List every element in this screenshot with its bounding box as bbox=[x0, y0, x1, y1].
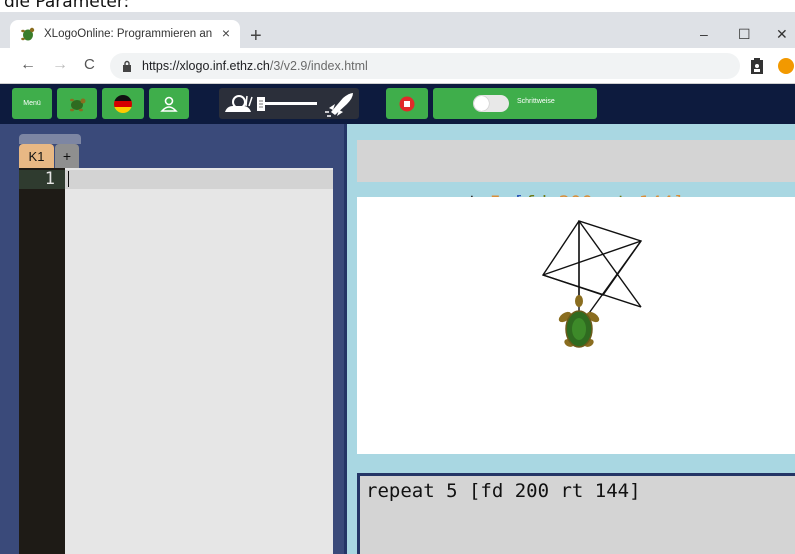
add-tab-button[interactable]: + bbox=[55, 144, 79, 168]
editor-caret bbox=[68, 171, 69, 187]
switch-knob bbox=[474, 96, 489, 111]
execution-panel: repeat 5 [fd 200 rt 144] bbox=[344, 124, 795, 554]
line-number: 1 bbox=[19, 170, 59, 189]
star-drawing bbox=[541, 220, 643, 328]
url-text: https://xlogo.inf.ethz.ch/3/v2.9/index.h… bbox=[142, 59, 368, 73]
line-gutter: 1 bbox=[19, 168, 65, 554]
stop-button[interactable] bbox=[386, 88, 428, 119]
germany-flag-icon bbox=[114, 94, 132, 113]
user-button[interactable] bbox=[149, 88, 189, 119]
url-host: https://xlogo.inf.ethz.ch bbox=[142, 59, 270, 73]
turtle-icon bbox=[558, 295, 600, 348]
url-path: /3/v2.9/index.html bbox=[269, 59, 368, 73]
forward-button[interactable]: → bbox=[52, 56, 68, 74]
clipboard-icon[interactable] bbox=[750, 58, 764, 74]
back-button[interactable]: ← bbox=[20, 56, 36, 74]
browser-tab[interactable]: XLogoOnline: Programmieren an × bbox=[10, 20, 240, 48]
reload-button[interactable]: C bbox=[84, 56, 95, 73]
user-icon bbox=[160, 96, 178, 112]
url-field[interactable]: https://xlogo.inf.ethz.ch/3/v2.9/index.h… bbox=[110, 53, 740, 79]
command-line-input[interactable]: repeat 5 [fd 200 rt 144] bbox=[357, 140, 795, 214]
code-editor[interactable]: 1 bbox=[19, 168, 333, 554]
language-button[interactable] bbox=[102, 88, 144, 119]
stop-icon bbox=[399, 96, 415, 111]
new-tab-button[interactable]: + bbox=[250, 26, 262, 46]
step-mode-toggle[interactable]: Schrittweise bbox=[433, 88, 597, 119]
turtle-drawing bbox=[541, 220, 643, 348]
rocket-icon bbox=[325, 93, 353, 117]
minimize-button[interactable]: – bbox=[700, 26, 708, 42]
snail-icon bbox=[225, 95, 253, 112]
turtle-icon bbox=[70, 98, 86, 111]
turtle-button[interactable] bbox=[57, 88, 97, 119]
turtle-favicon-icon bbox=[21, 27, 35, 41]
maximize-button[interactable]: ☐ bbox=[738, 26, 751, 43]
output-console: repeat 5 [fd 200 rt 144] bbox=[357, 473, 795, 554]
tab-title: XLogoOnline: Programmieren an bbox=[44, 28, 213, 40]
tab-k1[interactable]: K1 bbox=[19, 144, 54, 168]
star-line-c bbox=[542, 240, 642, 276]
tab-ghost bbox=[19, 134, 81, 144]
editor-active-line[interactable] bbox=[65, 170, 333, 189]
browser-addressbar: ← → C https://xlogo.inf.ethz.ch/3/v2.9/i… bbox=[0, 48, 795, 84]
editor-panel: K1 + 1 bbox=[0, 124, 344, 554]
extension-icon[interactable] bbox=[778, 58, 794, 74]
close-window-button[interactable]: ✕ bbox=[776, 26, 788, 43]
browser-tabbar: XLogoOnline: Programmieren an × + – ☐ ✕ bbox=[0, 12, 795, 48]
tab-close-icon[interactable]: × bbox=[222, 25, 230, 41]
star-line-b bbox=[542, 274, 642, 308]
turtle-canvas bbox=[357, 197, 795, 454]
star-line-a bbox=[578, 220, 642, 308]
speed-slider[interactable] bbox=[219, 88, 359, 119]
speed-slider-graphic bbox=[225, 93, 353, 117]
lock-icon bbox=[123, 60, 131, 72]
app-toolbar: Menü Schrittweise bbox=[0, 84, 795, 124]
page-caption: die Parameter: bbox=[0, 0, 795, 12]
menu-button[interactable]: Menü bbox=[12, 88, 52, 119]
caption-text: die Parameter: bbox=[4, 0, 130, 12]
step-mode-switch[interactable] bbox=[473, 95, 509, 112]
step-mode-label: Schrittweise bbox=[517, 98, 555, 105]
